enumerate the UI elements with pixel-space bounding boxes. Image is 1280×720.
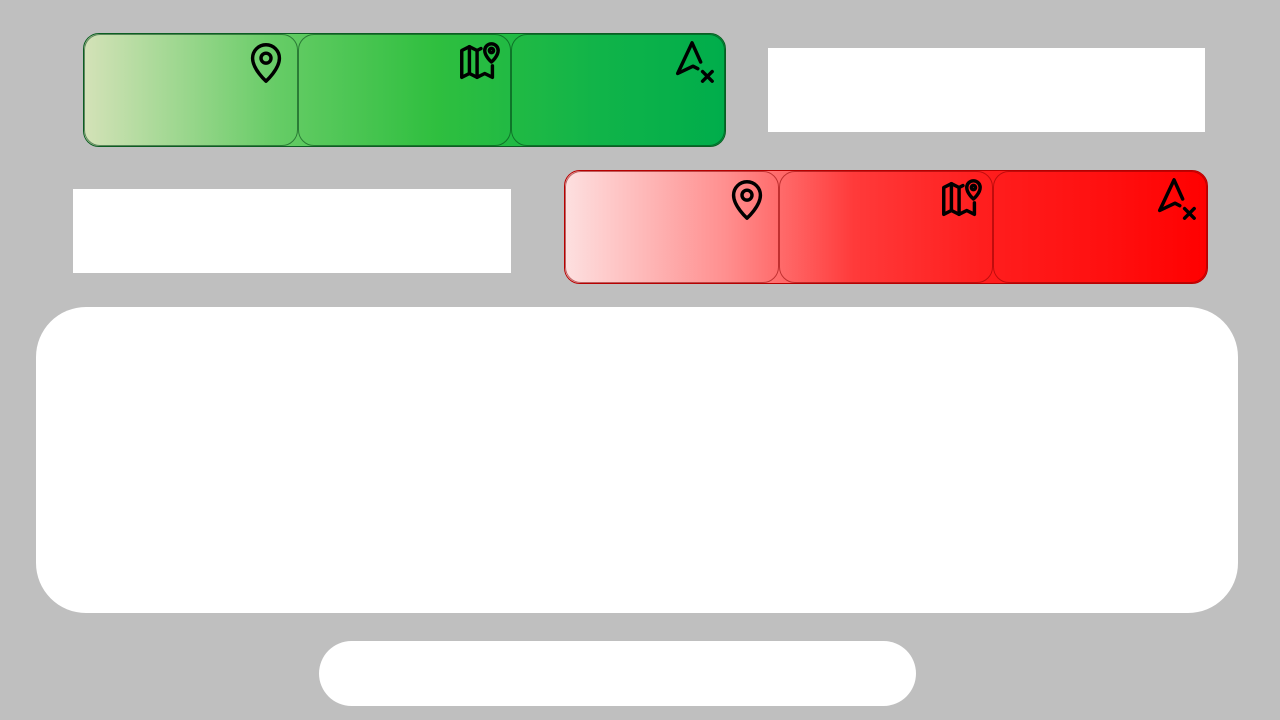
- red-segment-map-pin[interactable]: [565, 171, 779, 283]
- map-location-icon: [456, 39, 502, 85]
- red-segment-map-location[interactable]: [779, 171, 993, 283]
- main-content-panel: [36, 307, 1238, 613]
- map-pin-icon: [724, 176, 770, 222]
- navigation-off-icon: [670, 39, 716, 85]
- bottom-pill-bar[interactable]: [319, 641, 916, 706]
- top-right-panel: [768, 48, 1205, 132]
- green-segment-map-location[interactable]: [297, 34, 512, 146]
- green-segment-navigation-off[interactable]: [511, 34, 725, 146]
- map-location-icon: [938, 176, 984, 222]
- red-segmented-control: [564, 170, 1208, 284]
- green-segmented-control: [83, 33, 726, 147]
- red-segment-navigation-off[interactable]: [993, 171, 1207, 283]
- middle-left-panel: [73, 189, 511, 273]
- map-pin-icon: [243, 39, 289, 85]
- navigation-off-icon: [1152, 176, 1198, 222]
- green-segment-map-pin[interactable]: [84, 34, 298, 146]
